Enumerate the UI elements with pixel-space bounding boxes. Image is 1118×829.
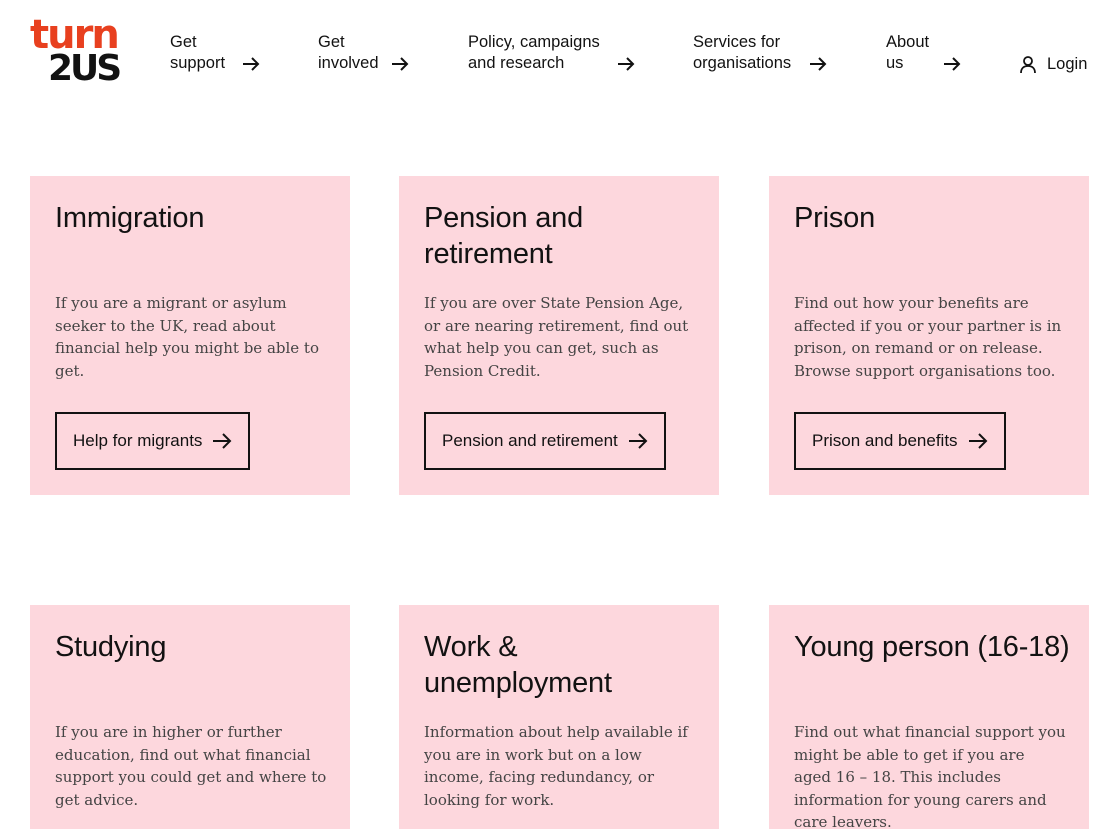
arrow-right-icon	[618, 57, 635, 71]
card-title: Prison	[794, 202, 875, 234]
pension-and-retirement-button[interactable]: Pension and retirement	[424, 412, 666, 470]
card-title: Studying	[55, 631, 167, 663]
card-title: Immigration	[55, 202, 205, 234]
arrow-right-icon	[392, 57, 409, 71]
card-title: Work & unemployment	[424, 631, 612, 699]
card-description: If you are in higher or further educatio…	[55, 723, 327, 809]
nav-label: Policy, campaigns and research	[468, 33, 600, 72]
arrow-right-icon	[243, 57, 260, 71]
arrow-right-icon	[968, 433, 987, 449]
card-description: If you are a migrant or asylum seeker to…	[55, 294, 319, 380]
turn2us-logo[interactable]: turn 2US	[30, 15, 134, 89]
nav-about-us[interactable]: About us	[886, 32, 966, 74]
arrow-right-icon	[944, 57, 961, 71]
site-header: turn 2US Get support Get involved Policy…	[0, 0, 1118, 100]
login-link[interactable]: Login	[1018, 53, 1087, 75]
logo-bottom-text: 2US	[48, 48, 122, 89]
card-description: If you are over State Pension Age, or ar…	[424, 294, 689, 380]
page: turn 2US Get support Get involved Policy…	[0, 0, 1118, 829]
nav-get-involved[interactable]: Get involved	[318, 32, 413, 74]
card-description: Find out how your benefits are affected …	[794, 294, 1062, 380]
card-title: Pension and retirement	[424, 202, 584, 270]
nav-get-support[interactable]: Get support	[170, 32, 265, 74]
nav-services-for-organisations[interactable]: Services for organisations	[693, 32, 833, 74]
login-label: Login	[1047, 54, 1088, 73]
card-studying: Studying If you are in higher or further…	[30, 605, 350, 829]
user-icon	[1020, 56, 1036, 74]
card-pension-retirement: Pension and retirement If you are over S…	[399, 176, 719, 495]
arrow-right-icon	[628, 433, 648, 449]
card-description: Find out what financial support you migh…	[794, 723, 1066, 829]
nav-policy-campaigns-research[interactable]: Policy, campaigns and research	[468, 32, 638, 74]
arrow-right-icon	[213, 433, 232, 449]
card-young-person: Young person (16-18) Find out what finan…	[769, 605, 1089, 829]
button-label: Pension and retirement	[442, 431, 618, 450]
prison-and-benefits-button[interactable]: Prison and benefits	[794, 412, 1006, 470]
card-immigration: Immigration If you are a migrant or asyl…	[30, 176, 350, 495]
help-for-migrants-button[interactable]: Help for migrants	[55, 412, 251, 470]
card-prison: Prison Find out how your benefits are af…	[769, 176, 1089, 495]
card-work-unemployment: Work & unemployment Information about he…	[399, 605, 719, 829]
button-label: Help for migrants	[73, 431, 203, 450]
button-label: Prison and benefits	[812, 431, 958, 450]
card-description: Information about help available if you …	[424, 723, 688, 809]
card-title: Young person (16-18)	[794, 631, 1070, 663]
arrow-right-icon	[810, 57, 827, 71]
